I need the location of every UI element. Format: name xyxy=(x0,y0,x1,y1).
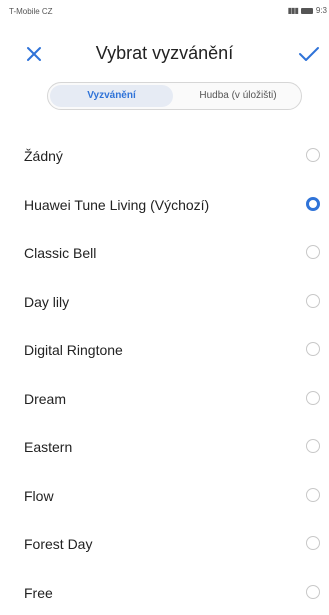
radio-button[interactable] xyxy=(306,148,320,162)
ringtone-label: Forest Day xyxy=(24,536,92,552)
radio-button[interactable] xyxy=(306,585,320,599)
list-item[interactable]: Digital Ringtone xyxy=(0,324,329,373)
status-bar: T-Mobile CZ ▮▮▮ 9:3 xyxy=(0,0,329,22)
list-item[interactable]: Huawei Tune Living (Výchozí) xyxy=(0,179,329,228)
signal-icon: ▮▮▮ xyxy=(288,6,298,15)
ringtone-list: Žádný Huawei Tune Living (Výchozí) Class… xyxy=(0,130,329,615)
radio-button[interactable] xyxy=(306,536,320,550)
list-item[interactable]: Classic Bell xyxy=(0,227,329,276)
list-item[interactable]: Forest Day xyxy=(0,518,329,567)
ringtone-label: Eastern xyxy=(24,439,72,455)
list-item[interactable]: Day lily xyxy=(0,276,329,325)
tab-music-storage[interactable]: Hudba (v úložišti) xyxy=(176,85,300,107)
page-title: Vybrat vyzvánění xyxy=(0,43,329,64)
list-item[interactable]: Žádný xyxy=(0,130,329,179)
ringtone-label: Free xyxy=(24,585,53,601)
list-item[interactable]: Eastern xyxy=(0,421,329,470)
battery-icon xyxy=(301,8,313,14)
ringtone-label: Dream xyxy=(24,391,66,407)
list-item[interactable]: Dream xyxy=(0,373,329,422)
checkmark-icon xyxy=(297,44,321,64)
ringtone-label: Huawei Tune Living (Výchozí) xyxy=(24,197,209,213)
tab-switcher: Vyzvánění Hudba (v úložišti) xyxy=(47,82,302,110)
list-item[interactable]: Flow xyxy=(0,470,329,519)
radio-button[interactable] xyxy=(306,391,320,405)
header: Vybrat vyzvánění xyxy=(0,34,329,74)
ringtone-label: Žádný xyxy=(24,148,63,164)
carrier-name: T-Mobile CZ xyxy=(9,7,53,16)
ringtone-label: Digital Ringtone xyxy=(24,342,123,358)
radio-button[interactable] xyxy=(306,294,320,308)
radio-button[interactable] xyxy=(306,439,320,453)
clock: 9:3 xyxy=(316,6,327,15)
tab-ringtones[interactable]: Vyzvánění xyxy=(50,85,173,107)
ringtone-label: Day lily xyxy=(24,294,69,310)
ringtone-label: Classic Bell xyxy=(24,245,96,261)
confirm-button[interactable] xyxy=(297,44,321,64)
radio-button[interactable] xyxy=(306,245,320,259)
status-icons: ▮▮▮ 9:3 xyxy=(288,6,327,15)
radio-button[interactable] xyxy=(306,488,320,502)
ringtone-label: Flow xyxy=(24,488,54,504)
list-item[interactable]: Free xyxy=(0,567,329,615)
radio-button[interactable] xyxy=(306,342,320,356)
radio-button-selected[interactable] xyxy=(306,197,320,211)
